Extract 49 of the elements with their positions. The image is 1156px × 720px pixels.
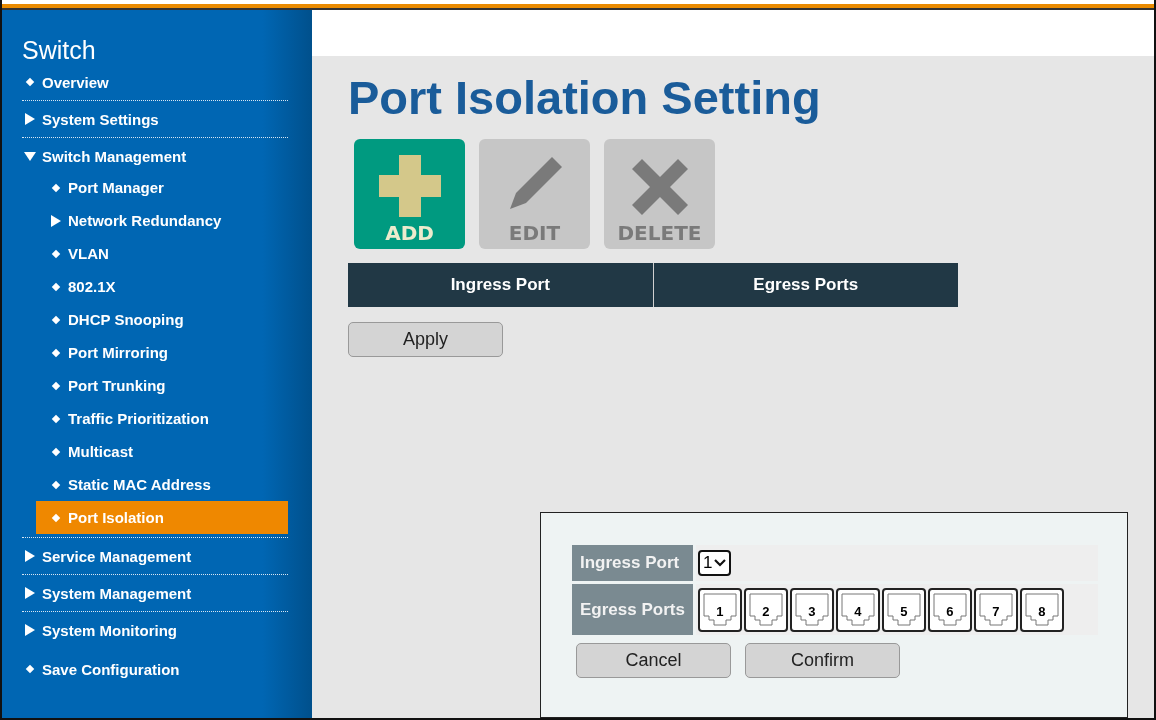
port-toggle[interactable]: 1	[697, 587, 742, 632]
sidebar-item[interactable]: Save Configuration	[22, 654, 288, 684]
sidebar-item[interactable]: Multicast	[22, 435, 288, 468]
sidebar-item[interactable]: Static MAC Address	[22, 468, 288, 501]
bullet-icon	[25, 77, 35, 87]
chevron-down-icon	[714, 559, 727, 567]
bullet-icon	[51, 447, 61, 456]
sidebar-item[interactable]: Switch Management	[22, 141, 288, 171]
port-toggle[interactable]: 4	[835, 587, 880, 632]
sidebar-item[interactable]: Port Manager	[22, 171, 288, 204]
sidebar-item[interactable]: Overview	[22, 67, 288, 97]
bullet-icon	[51, 480, 61, 489]
bullet-icon	[51, 414, 61, 423]
page-title: Port Isolation Setting	[348, 70, 822, 125]
port-toggle[interactable]: 7	[973, 587, 1018, 632]
port-toggle[interactable]: 3	[789, 587, 834, 632]
sidebar-item[interactable]: VLAN	[22, 237, 288, 270]
port-toggle[interactable]: 8	[1019, 587, 1064, 632]
port-toggle[interactable]: 2	[743, 587, 788, 632]
sidebar-item[interactable]: System Management	[22, 578, 288, 608]
bullet-icon	[51, 381, 61, 390]
bullet-icon	[51, 315, 61, 324]
sidebar-title: Switch	[22, 36, 97, 65]
apply-button[interactable]: Apply	[348, 322, 503, 357]
bullet-icon	[25, 664, 35, 674]
sidebar-item[interactable]: DHCP Snooping	[22, 303, 288, 336]
bullet-icon	[51, 183, 61, 192]
bullet-icon	[51, 348, 61, 357]
column-header: Egress Ports	[653, 263, 958, 307]
bullet-icon	[51, 513, 61, 522]
sidebar-item[interactable]: Port Trunking	[22, 369, 288, 402]
sidebar-item[interactable]: System Settings	[22, 104, 288, 134]
bullet-icon	[51, 282, 61, 291]
sidebar-item[interactable]: 802.1X	[22, 270, 288, 303]
port-toggle[interactable]: 5	[881, 587, 926, 632]
ingress-port-select[interactable]: 1	[697, 550, 732, 576]
column-header: Ingress Port	[348, 263, 654, 307]
field-label: Ingress Port	[572, 545, 693, 581]
sidebar-item[interactable]: Port Mirroring	[22, 336, 288, 369]
port-toggle[interactable]: 6	[927, 587, 972, 632]
sidebar-item[interactable]: System Monitoring	[22, 615, 288, 645]
sidebar-item[interactable]: Network Redundancy	[22, 204, 288, 237]
confirm-button[interactable]: Confirm	[745, 643, 900, 678]
field-label: Egress Ports	[572, 584, 693, 635]
cancel-button[interactable]: Cancel	[576, 643, 731, 678]
plus-icon	[378, 155, 441, 217]
sidebar-item[interactable]: Service Management	[22, 541, 288, 571]
sidebar-item[interactable]: Traffic Prioritization	[22, 402, 288, 435]
bullet-icon	[51, 249, 61, 258]
